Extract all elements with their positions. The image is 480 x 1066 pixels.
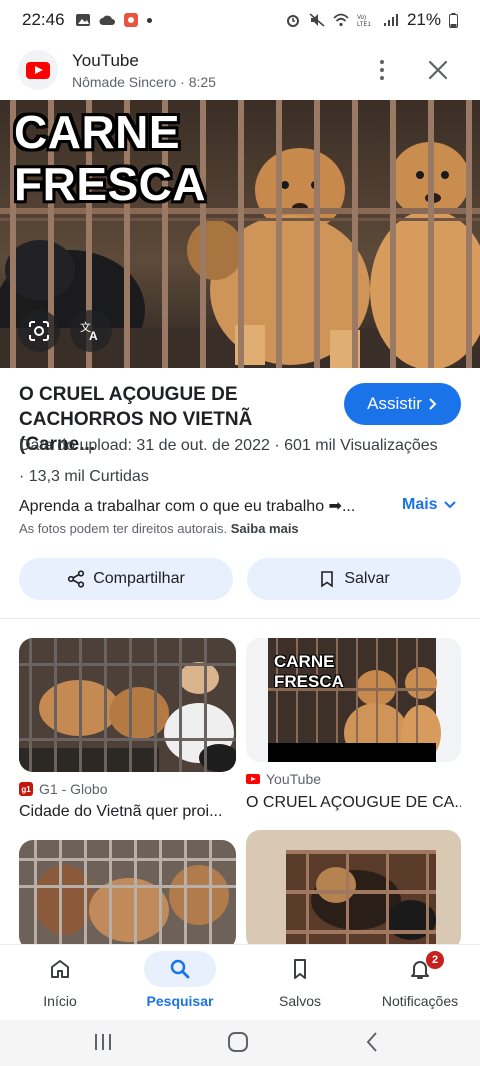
related-title-2[interactable]: O CRUEL AÇOUGUE DE CA... xyxy=(246,794,461,812)
nav-saved[interactable]: Salvos xyxy=(240,945,360,1021)
alarm-icon xyxy=(286,15,299,27)
related-title-1[interactable]: Cidade do Vietnã quer proi... xyxy=(19,803,236,821)
svg-text:A: A xyxy=(89,329,98,343)
chevron-down-icon xyxy=(443,501,456,509)
nav-home-pill xyxy=(24,951,96,987)
overlay-line-2: FRESCA xyxy=(14,158,207,210)
bottom-navigation: Início Pesquisar Salvos 2 Notificações xyxy=(0,944,480,1020)
back-icon[interactable] xyxy=(364,1031,380,1053)
status-bar: 22:46 Vo) LTE1 21% xyxy=(0,0,480,40)
wifi-icon xyxy=(333,13,349,27)
related-overlay-line-2: FRESCA xyxy=(274,672,344,691)
copyright-text: As fotos podem ter direitos autorais. xyxy=(19,521,228,536)
chevron-right-icon xyxy=(429,398,437,410)
overlay-line-1: CARNE xyxy=(14,106,181,158)
related-overlay-line-1: CARNE xyxy=(274,652,335,671)
related-thumbnail-2[interactable]: CARNE FRESCA xyxy=(246,638,461,762)
nav-notifications-label: Notificações xyxy=(381,993,459,1009)
nav-search-label: Pesquisar xyxy=(146,993,214,1009)
bookmark-icon xyxy=(321,571,334,588)
home-button-icon[interactable] xyxy=(227,1031,249,1053)
svg-text:Vo): Vo) xyxy=(357,15,366,21)
search-icon xyxy=(170,959,190,979)
likes-meta: · 13,3 mil Curtidas xyxy=(19,468,149,485)
related-source-label-1: G1 - Globo xyxy=(39,781,108,797)
nav-saved-label: Salvos xyxy=(278,993,322,1009)
status-left-icons xyxy=(75,13,152,27)
nav-saved-pill xyxy=(264,951,336,987)
related-source-2: YouTube xyxy=(246,771,321,787)
watch-label: Assistir xyxy=(367,394,422,413)
nav-home-label: Início xyxy=(43,993,77,1009)
youtube-mini-icon xyxy=(246,774,260,784)
recent-apps-icon[interactable] xyxy=(92,1032,114,1052)
notification-badge: 2 xyxy=(426,951,444,969)
related-image-4 xyxy=(246,830,461,950)
related-thumbnail-4[interactable] xyxy=(246,830,461,950)
more-notifications-dot xyxy=(146,17,152,23)
app-notification-icon xyxy=(123,13,138,27)
volte-icon: Vo)LTE1 xyxy=(357,15,372,27)
upload-meta: Data do upload: 31 de out. de 2022 · 601… xyxy=(19,437,438,454)
related-thumbnail-3[interactable] xyxy=(19,840,236,950)
status-time: 22:46 xyxy=(22,10,65,29)
result-header: YouTube Nômade Sincero · 8:25 xyxy=(0,44,480,96)
lens-icon xyxy=(29,321,49,341)
signal-icon xyxy=(383,14,398,26)
watch-button[interactable]: Assistir xyxy=(344,383,461,425)
bookmarks-icon xyxy=(294,959,306,979)
video-description: Aprenda a trabalhar com o que eu trabalh… xyxy=(19,498,356,515)
g1-logo-icon: g1 xyxy=(19,782,33,796)
related-source-label-2: YouTube xyxy=(266,771,322,787)
related-thumbnail-1[interactable] xyxy=(19,638,236,772)
save-label: Salvar xyxy=(344,570,390,587)
mute-icon xyxy=(309,13,325,27)
more-button[interactable]: Mais xyxy=(402,496,456,514)
more-label: Mais xyxy=(402,496,438,513)
related-overlay-text-2: CARNE FRESCA xyxy=(274,652,344,692)
related-image-1 xyxy=(19,638,236,772)
nav-notifications-pill: 2 xyxy=(384,951,456,987)
learn-more-link[interactable]: Saiba mais xyxy=(231,521,299,536)
home-icon xyxy=(51,960,69,978)
share-label: Compartilhar xyxy=(93,570,185,587)
header-subtitle: Nômade Sincero · 8:25 xyxy=(72,73,216,90)
nav-search[interactable]: Pesquisar xyxy=(120,945,240,1021)
header-titles: YouTube Nômade Sincero · 8:25 xyxy=(72,51,216,90)
youtube-logo-icon xyxy=(18,50,58,90)
copyright-notice: As fotos podem ter direitos autorais. Sa… xyxy=(19,521,299,536)
lens-button[interactable] xyxy=(18,310,60,352)
battery-icon xyxy=(449,12,458,28)
nav-search-pill xyxy=(144,951,216,987)
battery-percent: 21% xyxy=(406,10,441,29)
related-image-3 xyxy=(19,840,236,950)
nav-home[interactable]: Início xyxy=(0,945,120,1021)
cloud-icon xyxy=(99,15,115,25)
translate-button[interactable]: 文A xyxy=(70,310,112,352)
thumbnail-overlay-text: CARNE FRESCA xyxy=(14,106,206,210)
share-icon xyxy=(68,570,85,588)
share-button[interactable]: Compartilhar xyxy=(19,558,233,600)
video-thumbnail[interactable]: CARNE FRESCA 文A xyxy=(0,100,480,368)
nav-notifications[interactable]: 2 Notificações xyxy=(360,945,480,1021)
related-source-1: g1 G1 - Globo xyxy=(19,781,107,797)
status-right-icons: Vo) LTE1 21% xyxy=(285,10,458,30)
svg-text:LTE1: LTE1 xyxy=(357,22,372,27)
header-source: YouTube xyxy=(72,50,139,70)
gallery-icon xyxy=(75,14,90,26)
save-button[interactable]: Salvar xyxy=(247,558,461,600)
close-icon[interactable] xyxy=(426,58,450,82)
more-options-icon[interactable] xyxy=(372,58,392,82)
action-buttons: Compartilhar Salvar xyxy=(19,558,461,600)
system-navigation-bar xyxy=(0,1020,480,1066)
translate-icon: 文A xyxy=(80,320,98,343)
divider xyxy=(0,618,480,619)
